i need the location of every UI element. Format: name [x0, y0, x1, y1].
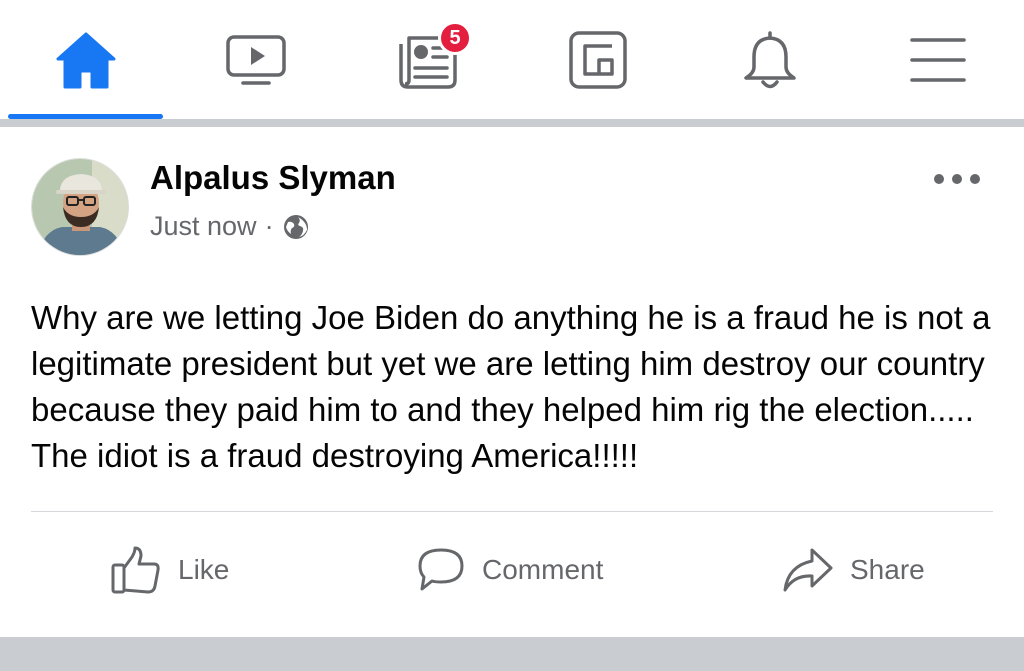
comment-label: Comment — [482, 553, 604, 585]
tab-home[interactable] — [6, 0, 166, 119]
feed-post: Alpalus Slyman Just now · Why are we let… — [0, 127, 1024, 637]
tab-gaming[interactable] — [518, 0, 678, 119]
tab-notifications[interactable] — [690, 0, 850, 119]
tab-news[interactable]: 5 — [346, 0, 506, 119]
gaming-icon — [569, 30, 627, 89]
more-dot-icon — [970, 174, 980, 184]
notification-badge: 5 — [438, 21, 472, 55]
more-dot-icon — [934, 174, 944, 184]
tab-watch[interactable] — [176, 0, 336, 119]
top-navigation-bar: 5 — [0, 0, 1024, 119]
tab-menu[interactable] — [858, 0, 1018, 119]
video-icon — [226, 34, 286, 85]
more-options-button[interactable] — [934, 169, 980, 189]
home-icon — [56, 32, 116, 88]
thumbs-up-icon — [111, 546, 160, 593]
meta-separator: · — [264, 211, 274, 241]
post-actions-divider — [31, 511, 993, 512]
feed-separator — [0, 637, 1024, 671]
globe-icon — [283, 214, 308, 239]
avatar[interactable] — [31, 158, 129, 256]
feed-separator — [0, 119, 1024, 127]
like-label: Like — [178, 553, 230, 585]
hamburger-menu-icon — [910, 37, 966, 82]
like-button[interactable]: Like — [110, 537, 229, 602]
comment-bubble-icon — [418, 548, 464, 590]
more-dot-icon — [952, 174, 962, 184]
share-label: Share — [850, 553, 925, 585]
post-body-text: Why are we letting Joe Biden do anything… — [31, 299, 991, 474]
post-meta: Just now · — [150, 211, 310, 242]
comment-button[interactable]: Comment — [416, 537, 603, 602]
post-timestamp[interactable]: Just now — [150, 211, 257, 242]
share-arrow-icon — [783, 548, 833, 591]
post-author-name[interactable]: Alpalus Slyman — [150, 159, 396, 197]
bell-icon — [744, 30, 796, 88]
share-button[interactable]: Share — [782, 537, 925, 602]
